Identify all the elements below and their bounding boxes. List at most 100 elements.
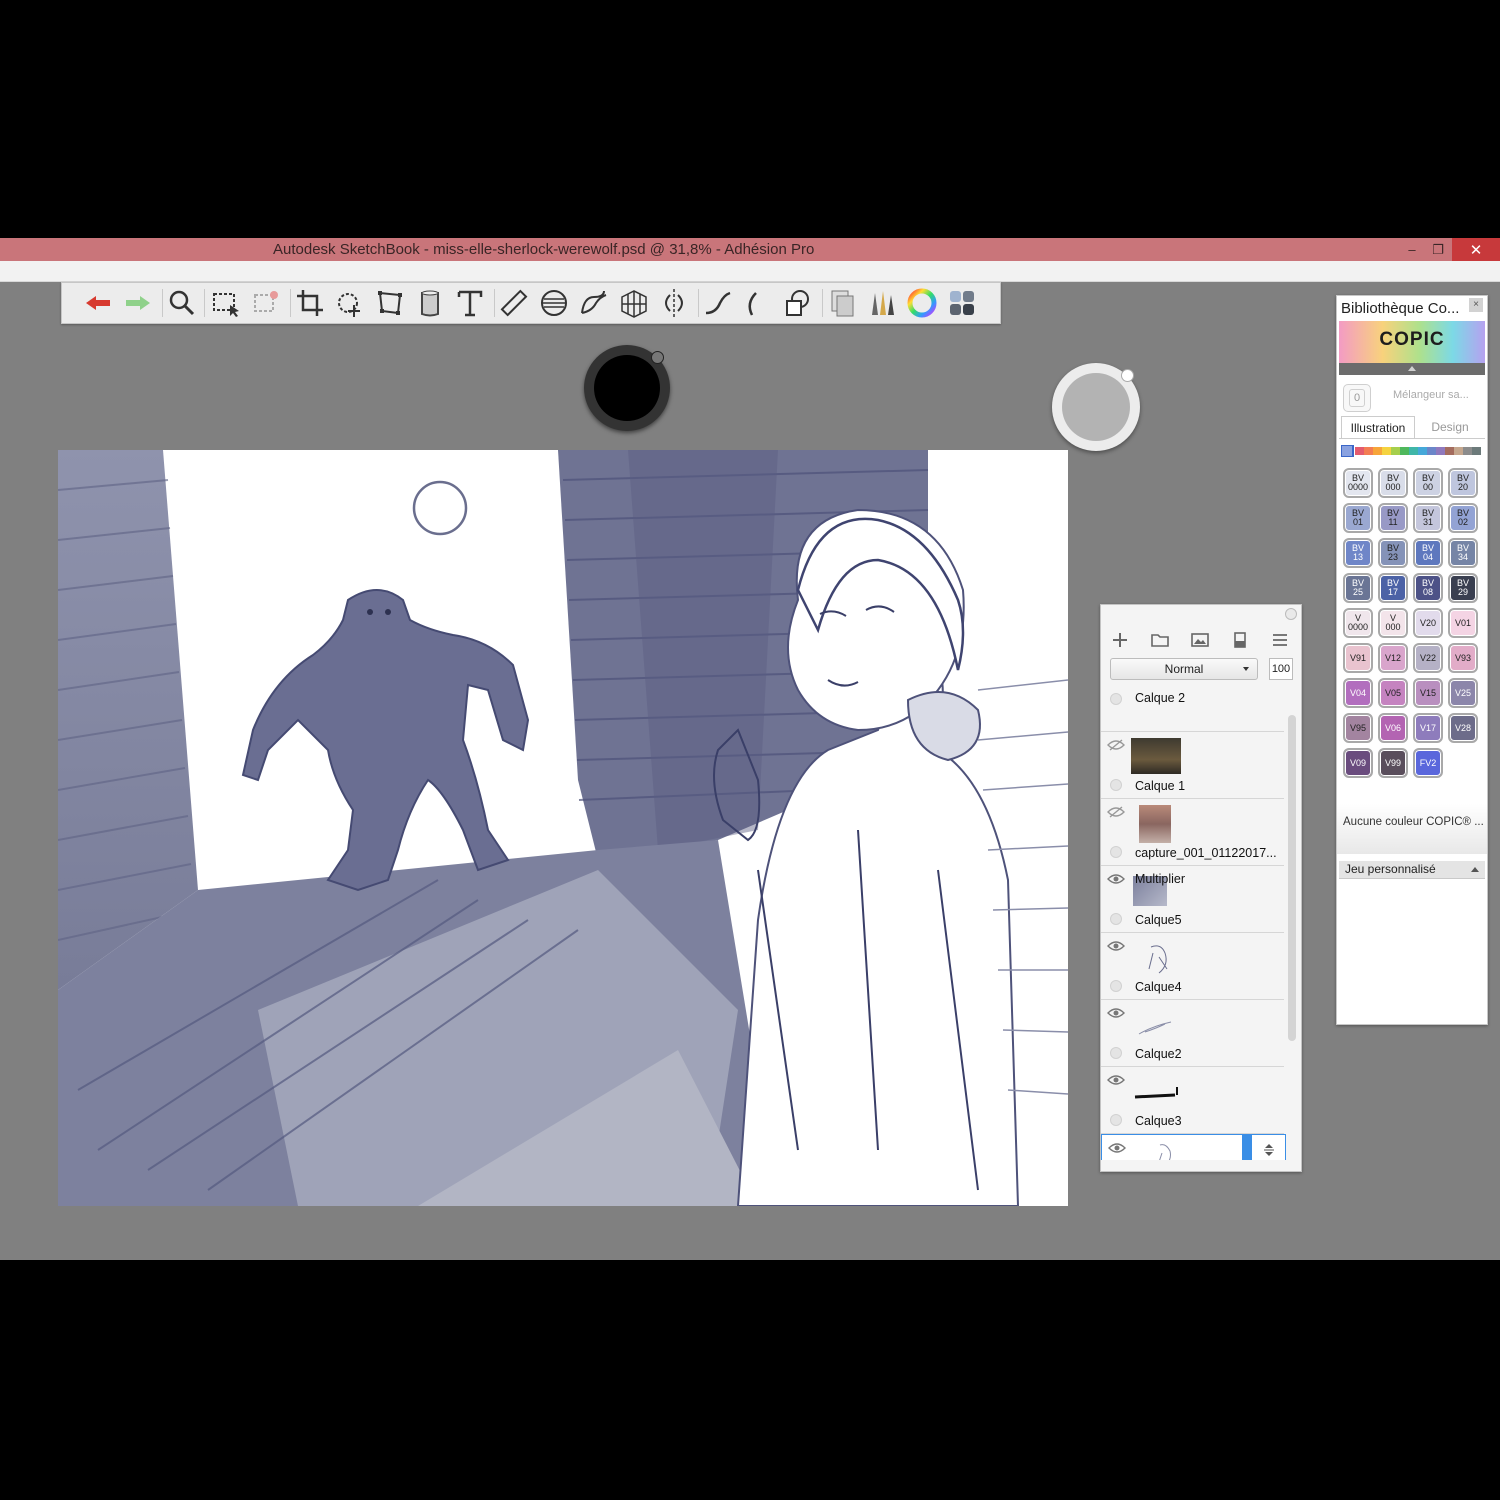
collapse-bar[interactable] — [1339, 363, 1485, 375]
copic-swatch[interactable]: BV 20 — [1448, 468, 1478, 498]
tab-illustration[interactable]: Illustration — [1341, 416, 1415, 438]
copic-swatch[interactable]: BV 04 — [1413, 538, 1443, 568]
eye-icon[interactable] — [1107, 1074, 1125, 1086]
ruler-icon[interactable] — [498, 287, 530, 319]
copic-swatch[interactable]: V25 — [1448, 678, 1478, 708]
close-icon[interactable] — [1285, 608, 1297, 620]
copic-swatch[interactable]: V15 — [1413, 678, 1443, 708]
add-layer-icon[interactable] — [1109, 629, 1131, 651]
tab-design[interactable]: Design — [1415, 416, 1485, 437]
copic-swatch[interactable]: V 0000 — [1343, 608, 1373, 638]
layer-row[interactable]: Calque 2 — [1101, 690, 1284, 732]
clear-layer-icon[interactable] — [1229, 629, 1251, 651]
color-wheel-icon[interactable] — [906, 287, 938, 319]
layer-row[interactable]: Calque 1 — [1101, 732, 1284, 799]
copic-swatch[interactable]: BV 11 — [1378, 503, 1408, 533]
eye-icon[interactable] — [1108, 1142, 1126, 1154]
eye-icon[interactable] — [1107, 873, 1125, 885]
layer-row[interactable]: Calque3 — [1101, 1067, 1284, 1134]
brush-library-icon[interactable] — [866, 287, 898, 319]
layer-radio[interactable] — [1110, 1047, 1122, 1059]
drawing-canvas[interactable] — [58, 450, 1068, 1206]
copic-swatch[interactable]: FV2 — [1413, 748, 1443, 778]
copic-swatch[interactable]: V99 — [1378, 748, 1408, 778]
brush-puck[interactable] — [1052, 363, 1140, 451]
layer-row[interactable]: capture_001_01122017... — [1101, 799, 1284, 866]
add-group-icon[interactable] — [1149, 629, 1171, 651]
layer-list-scrollbar[interactable] — [1288, 715, 1296, 1041]
redo-icon[interactable] — [122, 287, 154, 319]
copic-swatch[interactable]: V 000 — [1378, 608, 1408, 638]
copic-swatch[interactable]: BV 13 — [1343, 538, 1373, 568]
restore-button[interactable]: ❐ — [1426, 238, 1450, 261]
copic-swatch[interactable]: V04 — [1343, 678, 1373, 708]
layer-row[interactable]: Calque4 — [1101, 933, 1284, 1000]
fill-icon[interactable] — [414, 287, 446, 319]
custom-set-header[interactable]: Jeu personnalisé — [1339, 861, 1485, 879]
shapes-icon[interactable] — [782, 287, 814, 319]
copic-swatch[interactable]: V22 — [1413, 643, 1443, 673]
copic-swatch[interactable]: V20 — [1413, 608, 1443, 638]
layer-radio[interactable] — [1110, 980, 1122, 992]
copic-swatch[interactable]: V05 — [1378, 678, 1408, 708]
blend-mode-dropdown[interactable]: Normal — [1110, 658, 1258, 680]
brush-color-puck[interactable] — [584, 345, 670, 431]
copic-swatch[interactable]: BV 23 — [1378, 538, 1408, 568]
copic-swatch[interactable]: BV 02 — [1448, 503, 1478, 533]
copic-swatch[interactable]: V17 — [1413, 713, 1443, 743]
copic-swatch[interactable]: V28 — [1448, 713, 1478, 743]
copic-swatch[interactable]: V91 — [1343, 643, 1373, 673]
layer-radio[interactable] — [1110, 693, 1122, 705]
copic-swatch[interactable]: BV 17 — [1378, 573, 1408, 603]
eye-icon[interactable] — [1107, 1007, 1125, 1019]
copic-swatch[interactable]: BV 25 — [1343, 573, 1373, 603]
layer-radio[interactable] — [1110, 846, 1122, 858]
copic-swatch[interactable]: V01 — [1448, 608, 1478, 638]
copic-swatch[interactable]: BV 31 — [1413, 503, 1443, 533]
ellipse-guide-icon[interactable] — [538, 287, 570, 319]
line-icon[interactable] — [742, 287, 774, 319]
selection-icon[interactable] — [210, 287, 242, 319]
french-curve-icon[interactable] — [578, 287, 610, 319]
copic-swatch[interactable]: V93 — [1448, 643, 1478, 673]
close-icon[interactable]: × — [1469, 298, 1483, 312]
layer-row[interactable]: Multiplier Calque5 — [1101, 866, 1284, 933]
perspective-icon[interactable] — [618, 287, 650, 319]
color-mixer[interactable]: 0 — [1343, 384, 1371, 412]
copic-swatch[interactable]: BV 29 — [1448, 573, 1478, 603]
move-rotate-icon[interactable] — [334, 287, 366, 319]
copic-swatch[interactable]: BV 08 — [1413, 573, 1443, 603]
add-image-icon[interactable] — [1189, 629, 1211, 651]
opacity-slider[interactable] — [1242, 1135, 1252, 1160]
copic-swatch[interactable]: V09 — [1343, 748, 1373, 778]
stroke-icon[interactable] — [702, 287, 734, 319]
copic-swatch[interactable]: BV 0000 — [1343, 468, 1373, 498]
zoom-icon[interactable] — [166, 287, 198, 319]
layer-radio[interactable] — [1110, 913, 1122, 925]
layer-radio[interactable] — [1110, 779, 1122, 791]
layer-radio[interactable] — [1110, 1114, 1122, 1126]
copy-paste-icon[interactable] — [826, 287, 858, 319]
undo-icon[interactable] — [82, 287, 114, 319]
puck-handle[interactable] — [1121, 369, 1134, 382]
layer-menu-icon[interactable] — [1269, 629, 1291, 651]
crop-icon[interactable] — [294, 287, 326, 319]
layer-row[interactable]: Calque2 — [1101, 1000, 1284, 1067]
color-family-strip[interactable] — [1341, 445, 1481, 457]
copic-swatch[interactable]: BV 00 — [1413, 468, 1443, 498]
title-bar[interactable]: Autodesk SketchBook - miss-elle-sherlock… — [0, 238, 1500, 261]
hidden-eye-icon[interactable] — [1107, 806, 1125, 818]
layer-reorder-icon[interactable] — [1262, 1143, 1276, 1157]
close-button[interactable]: ✕ — [1452, 238, 1500, 261]
puck-handle[interactable] — [651, 351, 664, 364]
copic-swatch[interactable]: BV 000 — [1378, 468, 1408, 498]
layer-editor-header[interactable] — [1101, 605, 1301, 621]
distort-icon[interactable] — [374, 287, 406, 319]
minimize-button[interactable]: ‒ — [1400, 238, 1424, 261]
symmetry-icon[interactable] — [658, 287, 690, 319]
opacity-field[interactable]: 100 — [1269, 658, 1293, 680]
copic-swatch[interactable]: V06 — [1378, 713, 1408, 743]
eye-icon[interactable] — [1107, 940, 1125, 952]
text-icon[interactable] — [454, 287, 486, 319]
copic-swatch[interactable]: V12 — [1378, 643, 1408, 673]
